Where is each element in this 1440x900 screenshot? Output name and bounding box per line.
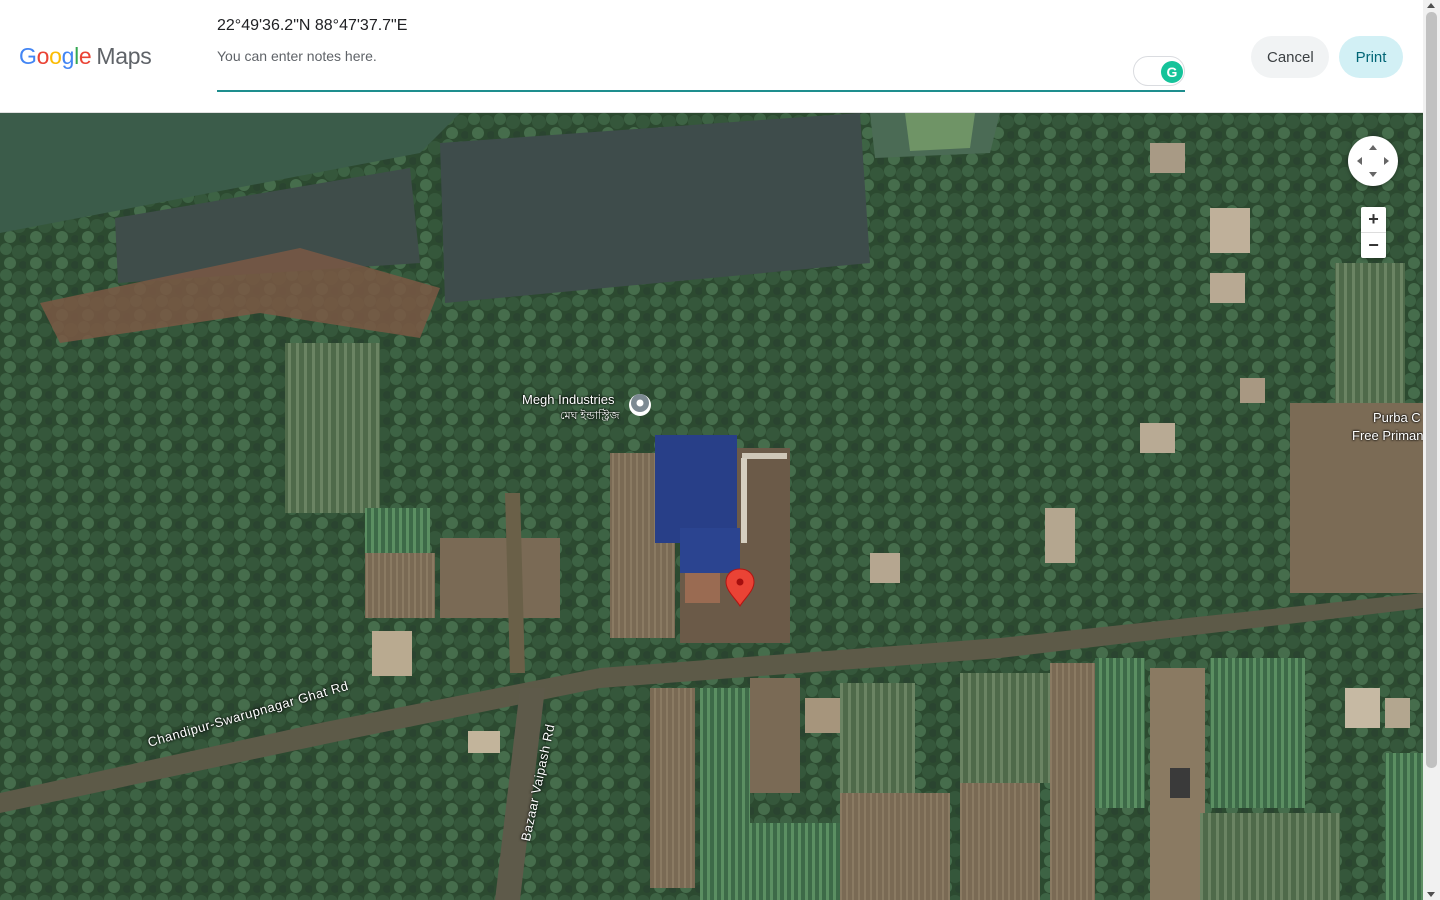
logo-maps-text: Maps — [96, 43, 152, 69]
place-label-purba-line2[interactable]: Free Priman — [1352, 428, 1423, 443]
scroll-thumb[interactable] — [1426, 12, 1437, 768]
coordinates-text: 22°49'36.2"N 88°47'37.7"E — [217, 17, 408, 34]
notes-input[interactable] — [217, 44, 1185, 90]
grammarly-widget[interactable]: G — [1133, 56, 1185, 86]
zoom-control: + − — [1361, 207, 1386, 258]
notes-field-wrapper: G — [217, 44, 1185, 92]
scroll-up-icon[interactable] — [1427, 3, 1435, 8]
print-header: GoogleMaps 22°49'36.2"N 88°47'37.7"E G C… — [0, 0, 1423, 113]
pan-arrows-icon — [1357, 145, 1389, 177]
place-label-purba-line1[interactable]: Purba C — [1373, 410, 1421, 425]
page-scrollbar[interactable] — [1423, 0, 1440, 900]
zoom-in-button[interactable]: + — [1361, 207, 1386, 232]
place-label-megh-industries[interactable]: Megh Industries — [522, 392, 615, 407]
map-pan-control[interactable] — [1348, 136, 1398, 186]
scroll-down-icon[interactable] — [1427, 892, 1435, 897]
cancel-button[interactable]: Cancel — [1251, 36, 1329, 78]
grammarly-icon[interactable]: G — [1161, 61, 1183, 83]
poi-marker-icon — [629, 394, 651, 416]
logo-google-text: Google — [19, 43, 92, 69]
satellite-map[interactable]: Megh Industries মেঘ ইন্ডাস্ট্রিজ Purba C… — [0, 113, 1423, 900]
zoom-out-button[interactable]: − — [1361, 233, 1386, 258]
google-maps-logo: Google Maps — [19, 43, 152, 70]
print-button[interactable]: Print — [1339, 36, 1403, 78]
place-label-megh-industries-bengali[interactable]: মেঘ ইন্ডাস্ট্রিজ — [560, 407, 619, 426]
satellite-imagery — [0, 113, 1423, 900]
